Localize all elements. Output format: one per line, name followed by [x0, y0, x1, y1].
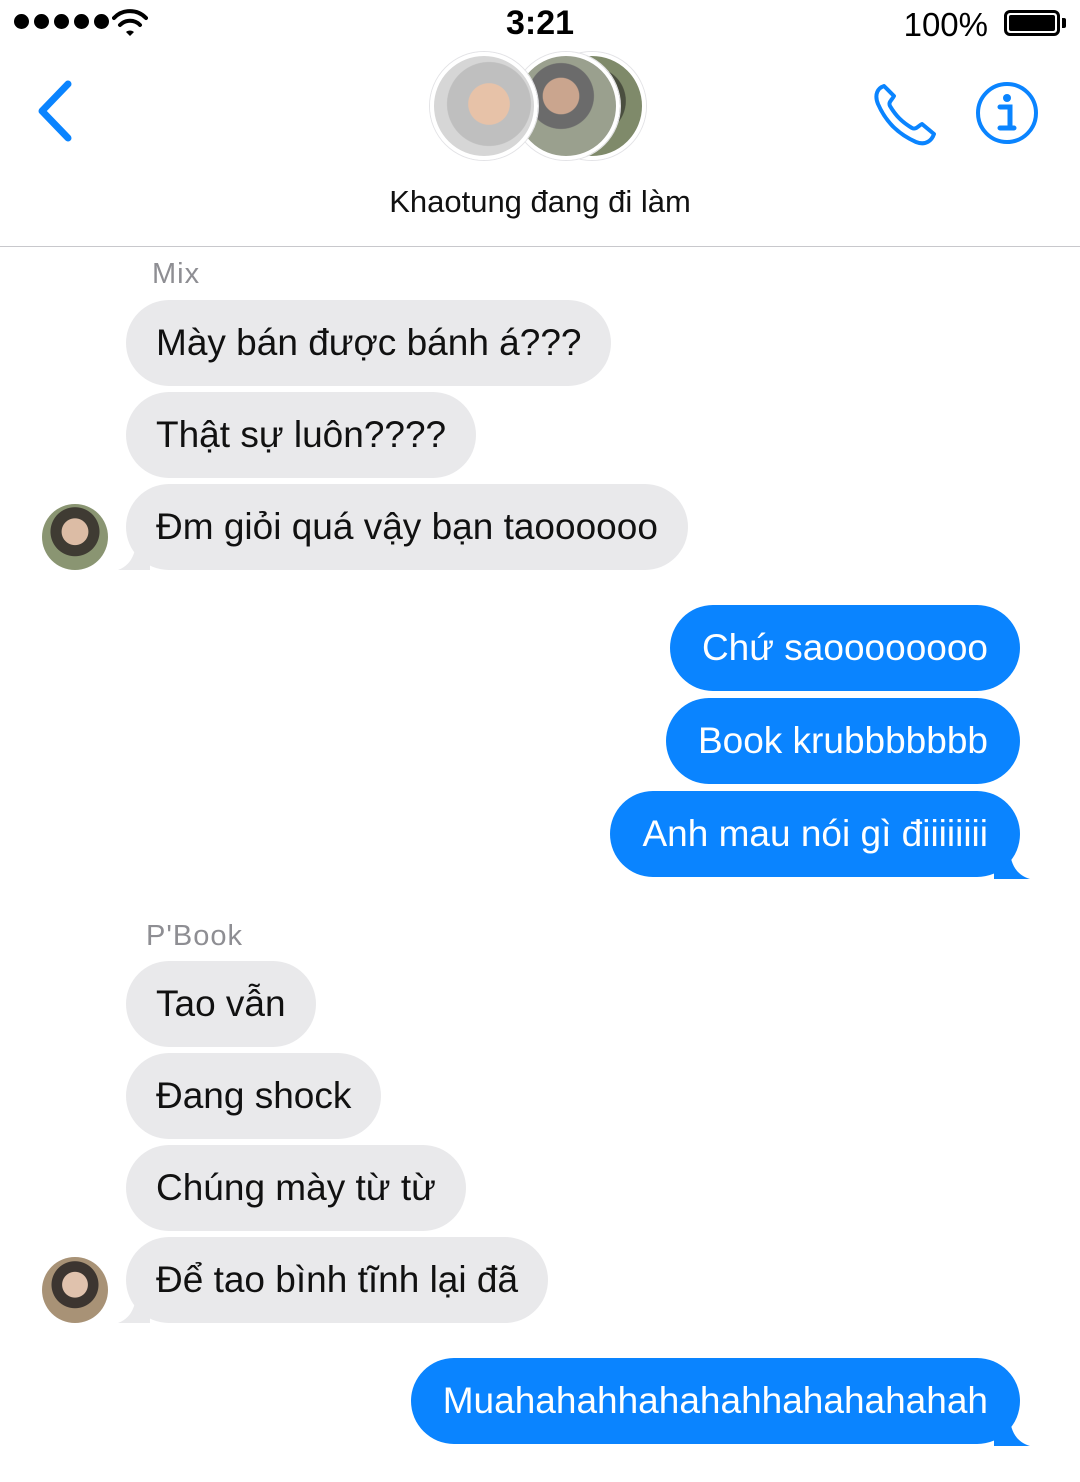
- incoming-message[interactable]: Chúng mày từ từ: [126, 1145, 466, 1231]
- outgoing-message[interactable]: Book krubbbbbbb: [665, 698, 1020, 784]
- sender-name: P'Book: [146, 920, 243, 952]
- info-icon[interactable]: [974, 80, 1040, 146]
- back-chevron-icon[interactable]: [30, 76, 86, 146]
- conversation-header: Khaotung đang đi làm: [0, 48, 1080, 247]
- incoming-message[interactable]: Đang shock: [126, 1053, 382, 1139]
- incoming-message[interactable]: Đm giỏi quá vậy bạn taoooooo: [126, 484, 688, 570]
- battery-icon: [1004, 10, 1060, 36]
- incoming-message[interactable]: Thật sự luôn????: [126, 392, 477, 478]
- avatar[interactable]: [42, 1257, 108, 1323]
- battery-tip: [1062, 18, 1066, 28]
- incoming-message[interactable]: Mày bán được bánh á???: [126, 300, 612, 386]
- outgoing-message[interactable]: Chứ saoooooooo: [669, 605, 1020, 691]
- phone-icon[interactable]: [870, 78, 940, 148]
- avatar[interactable]: [42, 504, 108, 570]
- outgoing-message[interactable]: Muahahahhahahahhahahahahah: [410, 1358, 1020, 1444]
- avatar: [430, 52, 538, 160]
- battery-percentage: 100%: [903, 6, 988, 43]
- incoming-message[interactable]: Để tao bình tĩnh lại đã: [126, 1237, 549, 1323]
- conversation-title[interactable]: Khaotung đang đi làm: [0, 184, 1080, 220]
- chat-screen: 3:21 100% Khaotung đang đi làm Mix Mày b…: [0, 0, 1080, 1482]
- group-avatars[interactable]: [428, 52, 658, 162]
- sender-name: Mix: [152, 258, 201, 290]
- outgoing-message[interactable]: Anh mau nói gì điiiiiiii: [610, 791, 1020, 877]
- status-bar: 3:21 100%: [0, 0, 1080, 48]
- incoming-message[interactable]: Tao vẫn: [126, 961, 316, 1047]
